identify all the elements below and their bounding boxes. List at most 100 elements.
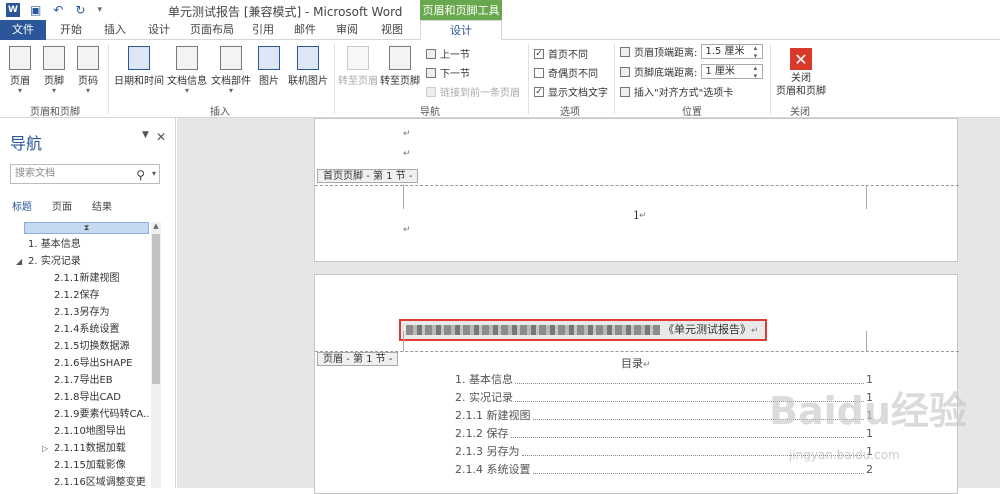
collapse-all-bar[interactable]: ⧗ [24,222,149,234]
heading-tree: 1. 基本信息 ◢ 2. 实况记录 2.1.1新建视图 2.1.2保存 2.1.3另存为 2… [0,236,150,491]
group-label-nav: 导航 [420,107,440,118]
footer-section-tag: 首页页脚 - 第 1 节 - [317,169,419,183]
document-area: ↵ ↵ 首页页脚 - 第 1 节 - 1 ↵ ↵ 《单元测试报告》↵ 页眉 - … [177,118,1000,494]
footer-button[interactable]: 页脚 ▾ [42,46,66,95]
toc-title: 目录↵ [621,357,651,370]
tab-review[interactable]: 审阅 [330,20,364,40]
ribbon: 页眉 ▾ 页脚 ▾ 页码 ▾ 页眉和页脚 日期和时间 文档信息 ▾ 文档部件 ▾ 图片 联… [0,40,1000,118]
ribbon-separator [108,44,109,114]
nav-close-icon[interactable]: ✕ [156,130,166,144]
insert-alignment-tab-button[interactable]: 插入"对齐方式"选项卡 [620,84,733,99]
tab-design[interactable]: 设计 [140,20,178,40]
tab-page-layout[interactable]: 页面布局 [184,20,240,40]
header-content-highlighted[interactable]: 《单元测试报告》↵ [399,319,767,341]
tab-view[interactable]: 视图 [372,20,412,40]
save-icon[interactable]: ▣ [30,3,41,17]
footer-bottom-distance: 页脚底端距离: 1 厘米 [620,64,764,80]
nav-heading-item[interactable]: 2.1.4系统设置 [0,321,150,338]
picture-icon [258,46,280,70]
show-doc-text-checkbox[interactable]: ✓ 显示文档文字 [534,84,608,99]
nav-pane-title: 导航 [10,134,43,153]
nav-heading-item[interactable]: 2.1.6导出SHAPE [0,355,150,372]
paragraph-mark: ↵ [403,149,411,159]
nav-heading-item[interactable]: 2.1.9要素代码转CA... [0,406,150,423]
goto-header-icon [347,46,369,70]
nav-scrollbar[interactable]: ▲ [151,222,161,488]
scroll-thumb[interactable] [152,234,160,384]
next-section-button[interactable]: 下一节 [426,65,470,80]
watermark-url: jingyan.baidu.com [789,448,900,462]
collapsed-arrow-icon[interactable]: ▷ [42,440,48,457]
title-bar: W ▣ ↶ ↻ ▾ 单元测试报告 [兼容模式] - Microsoft Word… [0,0,1000,20]
close-header-footer-button[interactable]: ✕ 关闭 页眉和页脚 [774,48,828,98]
previous-section-button[interactable]: 上一节 [426,46,470,61]
align-tab-icon [620,86,630,97]
tab-file[interactable]: 文件 [0,20,46,40]
nav-heading-item[interactable]: 2.1.7导出EB [0,372,150,389]
nav-heading-item[interactable]: 2.1.5切换数据源 [0,338,150,355]
link-icon [426,86,436,97]
expand-arrow-icon[interactable]: ◢ [16,253,22,270]
nav-heading-item[interactable]: ▷ 2.1.11数据加载 [0,440,150,457]
nav-tab-results[interactable]: 结果 [92,198,112,213]
redo-icon[interactable]: ↻ [75,3,85,17]
tab-mailings[interactable]: 邮件 [288,20,322,40]
page-number-button[interactable]: 页码 ▾ [76,46,100,95]
search-dropdown-icon[interactable]: ▾ [152,165,156,183]
ribbon-separator [334,44,335,114]
nav-heading-item[interactable]: 2.1.3另存为 [0,304,150,321]
window-title: 单元测试报告 [兼容模式] - Microsoft Word [168,5,403,19]
ribbon-separator [770,44,771,114]
goto-header-button[interactable]: 转至页眉 [338,46,378,87]
goto-footer-button[interactable]: 转至页脚 [380,46,420,87]
search-icon[interactable]: ⚲ [136,166,145,184]
quick-parts-button[interactable]: 文档部件 ▾ [210,46,252,95]
customize-qat-icon[interactable]: ▾ [97,5,102,15]
online-picture-icon [297,46,319,70]
nav-heading-item[interactable]: 2.1.1新建视图 [0,270,150,287]
nav-heading-item[interactable]: ◢ 2. 实况记录 [0,253,150,270]
undo-icon[interactable]: ↶ [53,3,63,17]
footer-bottom-input[interactable]: 1 厘米 [701,64,764,80]
page-1: ↵ ↵ 首页页脚 - 第 1 节 - 1 ↵ ↵ [314,118,959,262]
online-picture-button[interactable]: 联机图片 [286,46,330,87]
calendar-icon [128,46,150,70]
picture-button[interactable]: 图片 [256,46,282,87]
toc-leader [532,461,864,474]
odd-even-checkbox[interactable]: 奇偶页不同 [534,65,598,80]
nav-options-icon[interactable]: ▼ [142,130,149,140]
nav-heading-item[interactable]: 1. 基本信息 [0,236,150,253]
tab-references[interactable]: 引用 [246,20,280,40]
nav-heading-item[interactable]: 2.1.10地图导出 [0,423,150,440]
quick-parts-icon [220,46,242,70]
navigation-pane: 导航 ▼ ✕ 搜索文档 ⚲ ▾ 标题 页面 结果 ⧗ 1. 基本信息 ◢ 2. 实况… [0,118,176,488]
margin-corner [866,185,867,209]
scroll-up-icon[interactable]: ▲ [151,222,161,232]
redacted-text [406,325,660,335]
nav-heading-item[interactable]: 2.1.15加载影像 [0,457,150,474]
link-to-previous-button[interactable]: 链接到前一条页眉 [426,84,520,99]
header-boundary [315,351,959,352]
checkbox-icon [534,67,544,78]
toc-entry[interactable]: 2.1.4 系统设置 2 [455,461,873,479]
footer-icon [43,46,65,70]
paragraph-mark: ↵ [403,225,411,235]
nav-tab-headings[interactable]: 标题 [12,198,32,213]
nav-tab-pages[interactable]: 页面 [52,198,72,213]
nav-heading-item[interactable]: 2.1.8导出CAD [0,389,150,406]
date-time-button[interactable]: 日期和时间 [112,46,166,87]
nav-search-input[interactable]: 搜索文档 ⚲ ▾ [10,164,160,184]
nav-heading-item[interactable]: 2.1.16区域调整变更 [0,474,150,491]
checkbox-checked-icon: ✓ [534,48,544,59]
tab-hf-design[interactable]: 设计 [420,20,502,40]
nav-heading-item[interactable]: 2.1.2保存 [0,287,150,304]
different-first-page-checkbox[interactable]: ✓ 首页不同 [534,46,588,61]
tab-home[interactable]: 开始 [52,20,90,40]
tab-insert[interactable]: 插入 [96,20,134,40]
ribbon-separator [614,44,615,114]
doc-info-button[interactable]: 文档信息 ▾ [166,46,208,95]
group-label-options: 选项 [560,107,580,118]
header-button[interactable]: 页眉 ▾ [8,46,32,95]
watermark-logo: Baidu经验 [769,389,967,433]
header-top-input[interactable]: 1.5 厘米 [701,44,764,60]
